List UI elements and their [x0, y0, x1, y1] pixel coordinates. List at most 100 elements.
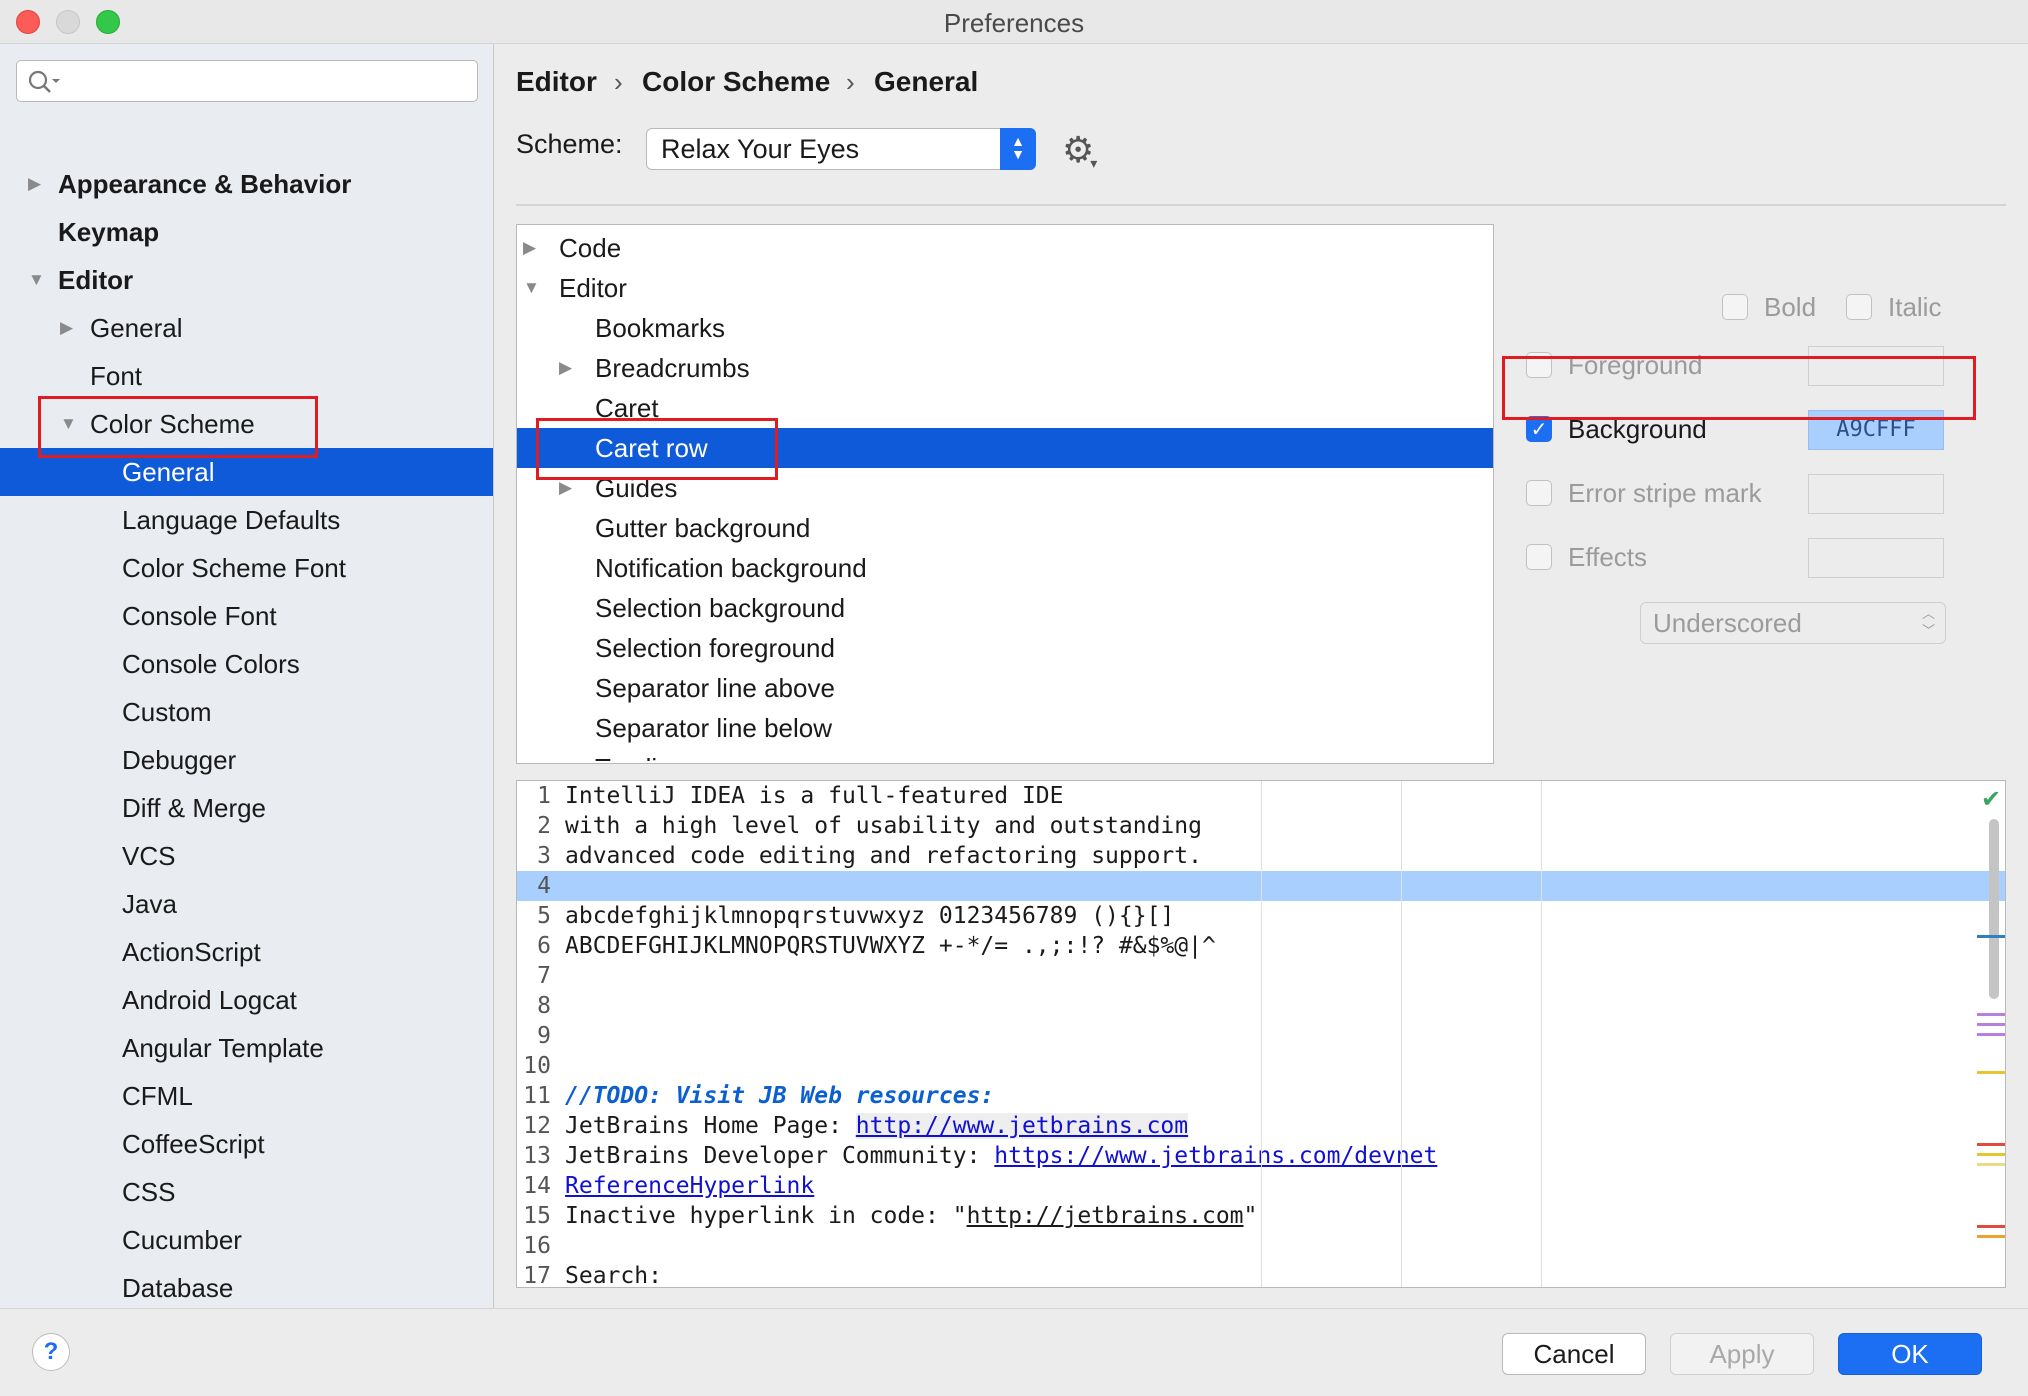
gear-icon[interactable]: ⚙▾: [1062, 130, 1101, 177]
sidebar-item-coffeescript[interactable]: CoffeeScript: [0, 1120, 493, 1168]
cancel-button[interactable]: Cancel: [1502, 1333, 1646, 1375]
chevron-right-icon[interactable]: ▶: [559, 348, 572, 388]
search-input[interactable]: [63, 65, 463, 97]
sidebar: ▶ Appearance & Behavior Keymap ▼ Editor ▶ Gene…: [0, 44, 494, 1308]
code-segment: Search:: [565, 1263, 662, 1288]
sidebar-item-language-defaults[interactable]: Language Defaults: [0, 496, 493, 544]
hyperlink[interactable]: http://www.jetbrains.com: [855, 1113, 1189, 1139]
search-icon: [28, 70, 60, 93]
sidebar-item-angular-template[interactable]: Angular Template: [0, 1024, 493, 1072]
highlight-box-caret-row: [536, 418, 778, 480]
hyperlink[interactable]: ReferenceHyperlink: [565, 1173, 814, 1199]
attributes-panel: Bold Italic Foreground ✓ Background A9CF…: [1494, 224, 2014, 764]
breadcrumb-item-color-scheme[interactable]: Color Scheme: [642, 58, 830, 106]
tree-item-label: Separator line above: [595, 673, 835, 703]
tree-item-separator-line-below[interactable]: Separator line below: [517, 708, 1493, 748]
sidebar-item-android-logcat[interactable]: Android Logcat: [0, 976, 493, 1024]
sidebar-item-java[interactable]: Java: [0, 880, 493, 928]
sidebar-item-console-font[interactable]: Console Font: [0, 592, 493, 640]
sidebar-item-label: Keymap: [58, 217, 160, 247]
tree-item-selection-background[interactable]: Selection background: [517, 588, 1493, 628]
tree-item-notification-background[interactable]: Notification background: [517, 548, 1493, 588]
apply-button[interactable]: Apply: [1670, 1333, 1814, 1375]
code-text: JetBrains Home Page: http://www.jetbrain…: [565, 1111, 1189, 1141]
window-title: Preferences: [943, 8, 1085, 38]
chevron-right-icon[interactable]: ▶: [60, 304, 73, 352]
chevron-down-icon[interactable]: ▼: [28, 256, 45, 304]
highlight-box-background: [1502, 356, 1976, 420]
todo-comment: //TODO: Visit JB Web resources:: [565, 1083, 995, 1109]
sidebar-item-label: VCS: [122, 841, 176, 871]
sidebar-item-actionscript[interactable]: ActionScript: [0, 928, 493, 976]
sidebar-item-console-colors[interactable]: Console Colors: [0, 640, 493, 688]
code-text: ABCDEFGHIJKLMNOPQRSTUVWXYZ +-*/= .,;:!? …: [565, 931, 1216, 961]
sidebar-item-appearance-and-behavior[interactable]: ▶ Appearance & Behavior: [0, 160, 493, 208]
sidebar-item-label: Editor: [58, 265, 134, 295]
tree-item-label: Gutter background: [595, 513, 811, 543]
error-stripe-color-swatch[interactable]: [1808, 474, 1944, 514]
sidebar-item-cucumber[interactable]: Cucumber: [0, 1216, 493, 1264]
sidebar-item-label: Language Defaults: [122, 505, 341, 535]
sidebar-item-custom[interactable]: Custom: [0, 688, 493, 736]
button-bar: ? Cancel Apply OK: [0, 1308, 2028, 1396]
sidebar-item-cfml[interactable]: CFML: [0, 1072, 493, 1120]
sidebar-item-keymap[interactable]: Keymap: [0, 208, 493, 256]
tree-item-gutter-background[interactable]: Gutter background: [517, 508, 1493, 548]
effect-type-select[interactable]: Underscored ︿ ﹀: [1640, 602, 1946, 644]
tree-item-label: Editor: [559, 273, 627, 303]
line-number: 12: [523, 1113, 551, 1139]
main-panel: Editor › Color Scheme › General Scheme: Rela…: [494, 44, 2028, 1308]
breadcrumb-item-editor[interactable]: Editor: [516, 58, 597, 106]
inactive-hyperlink: http://jetbrains.com: [966, 1203, 1244, 1229]
scheme-select[interactable]: Relax Your Eyes ▲ ▼: [646, 128, 1036, 170]
sidebar-item-color-scheme-font[interactable]: Color Scheme Font: [0, 544, 493, 592]
breadcrumb-item-general[interactable]: General: [874, 58, 978, 106]
sidebar-item-diff-and-merge[interactable]: Diff & Merge: [0, 784, 493, 832]
tree-item-selection-foreground[interactable]: Selection foreground: [517, 628, 1493, 668]
sidebar-item-font[interactable]: Font: [0, 352, 493, 400]
tree-item-breadcrumbs[interactable]: ▶ Breadcrumbs: [517, 348, 1493, 388]
sidebar-item-vcs[interactable]: VCS: [0, 832, 493, 880]
italic-checkbox[interactable]: [1846, 294, 1872, 320]
sidebar-item-debugger[interactable]: Debugger: [0, 736, 493, 784]
highlight-box-sidebar-general: [38, 396, 318, 458]
sidebar-item-label: General: [90, 313, 183, 343]
sidebar-item-general[interactable]: ▶ General: [0, 304, 493, 352]
color-tree[interactable]: ▶ Code ▼ Editor Bookmarks ▶ Breadcrumbs Caret Ca…: [516, 224, 1494, 764]
title-bar: Preferences: [0, 0, 2028, 44]
code-segment: with a high level of usability and outst…: [565, 813, 1202, 839]
sidebar-item-label: Cucumber: [122, 1225, 242, 1255]
chevron-right-icon[interactable]: ▶: [28, 160, 41, 208]
chevron-right-icon[interactable]: ▶: [523, 228, 536, 268]
check-icon: ✔: [1981, 785, 2002, 813]
search-field[interactable]: [16, 60, 478, 102]
code-preview[interactable]: 1 IntelliJ IDEA is a full-featured IDE 2 wi…: [516, 780, 2006, 1288]
sidebar-item-label: Console Font: [122, 601, 277, 631]
sidebar-item-label: CoffeeScript: [122, 1129, 265, 1159]
tree-item-bookmarks[interactable]: Bookmarks: [517, 308, 1493, 348]
bold-checkbox[interactable]: [1722, 294, 1748, 320]
sidebar-item-editor[interactable]: ▼ Editor: [0, 256, 493, 304]
chevron-down-icon[interactable]: ▼: [523, 268, 540, 308]
effects-color-swatch[interactable]: [1808, 538, 1944, 578]
chevron-updown-icon: ︿ ﹀: [1921, 606, 1935, 638]
code-segment: ": [1243, 1203, 1258, 1229]
error-stripe-checkbox[interactable]: [1526, 480, 1552, 506]
sidebar-item-css[interactable]: CSS: [0, 1168, 493, 1216]
breadcrumb-separator: ›: [614, 67, 623, 97]
scrollbar-thumb[interactable]: [1989, 819, 1999, 999]
tree-item-label: Separator line below: [595, 713, 833, 743]
scheme-label: Scheme:: [516, 129, 623, 159]
effects-checkbox[interactable]: [1526, 544, 1552, 570]
tree-item-editor[interactable]: ▼ Editor: [517, 268, 1493, 308]
tree-item-separator-line-above[interactable]: Separator line above: [517, 668, 1493, 708]
error-stripe-gutter[interactable]: ✔: [1977, 781, 2005, 1287]
sidebar-item-database[interactable]: Database: [0, 1264, 493, 1308]
ok-button[interactable]: OK: [1838, 1333, 1982, 1375]
line-number: 9: [537, 1023, 551, 1049]
effects-label: Effects: [1568, 542, 1648, 572]
help-button[interactable]: ?: [32, 1333, 70, 1371]
tree-item-code[interactable]: ▶ Code: [517, 228, 1493, 268]
hyperlink[interactable]: https://www.jetbrains.com/devnet: [994, 1143, 1437, 1169]
line-number: 1: [537, 783, 551, 809]
